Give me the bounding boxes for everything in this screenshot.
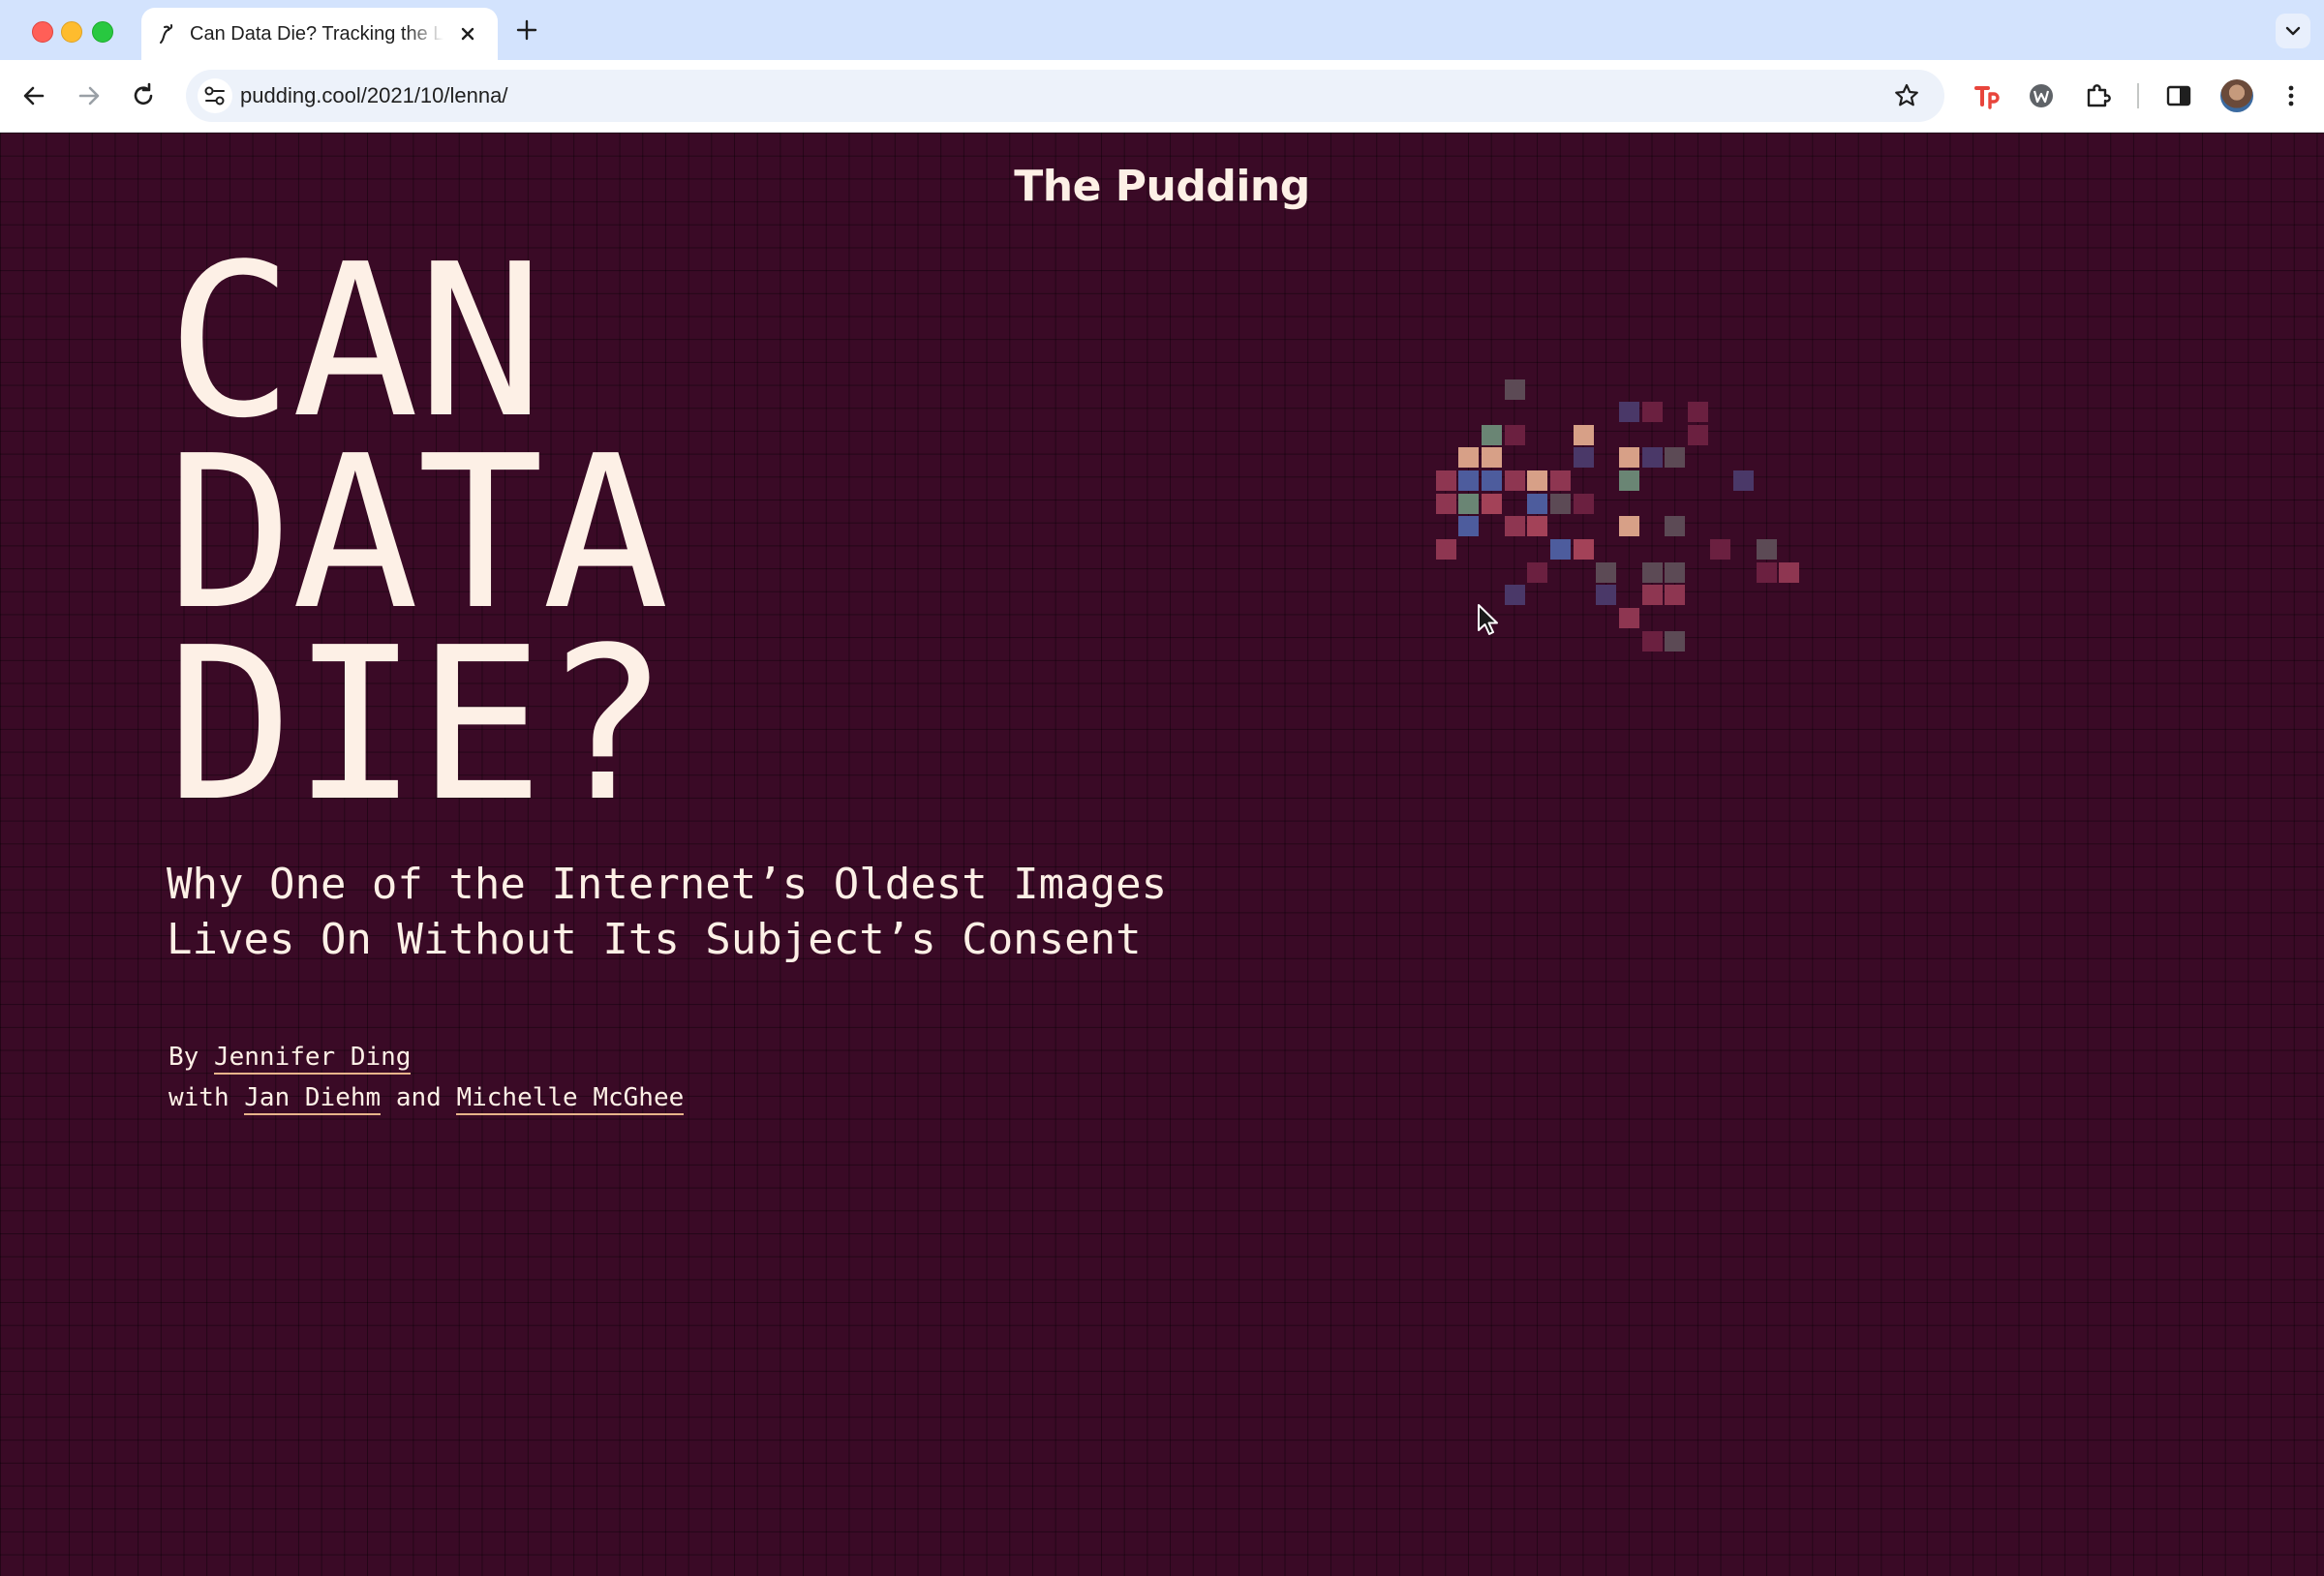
pixel-cell[interactable] bbox=[1665, 585, 1685, 605]
pixel-cell[interactable] bbox=[1619, 447, 1639, 468]
byline-and: and bbox=[395, 1083, 442, 1112]
url-text[interactable]: pudding.cool/2021/10/lenna/ bbox=[240, 70, 507, 122]
back-arrow-icon[interactable] bbox=[16, 78, 51, 113]
pixel-cell[interactable] bbox=[1574, 447, 1594, 468]
window-maximize-button[interactable] bbox=[92, 21, 113, 43]
pixel-cell[interactable] bbox=[1665, 631, 1685, 652]
pixel-cell[interactable] bbox=[1619, 516, 1639, 536]
browser-tab-bar: Can Data Die? Tracking the Lenna Image bbox=[0, 0, 2324, 60]
pixel-cell[interactable] bbox=[1458, 447, 1479, 468]
subheadline: Why One of the Internet’s Oldest Images … bbox=[167, 857, 1329, 967]
pixel-cell[interactable] bbox=[1642, 585, 1663, 605]
pixel-cell[interactable] bbox=[1505, 470, 1525, 491]
browser-tab-active[interactable]: Can Data Die? Tracking the Lenna Image bbox=[141, 8, 498, 60]
side-panel-icon[interactable] bbox=[2161, 78, 2196, 113]
pixel-cell[interactable] bbox=[1619, 608, 1639, 628]
puzzle-extensions-icon[interactable] bbox=[2080, 78, 2115, 113]
pixel-cell[interactable] bbox=[1619, 470, 1639, 491]
pixel-cell[interactable] bbox=[1642, 631, 1663, 652]
pixel-cell[interactable] bbox=[1688, 425, 1708, 445]
mouse-cursor-icon bbox=[1478, 604, 1498, 635]
window-close-button[interactable] bbox=[32, 21, 53, 43]
forward-arrow-icon[interactable] bbox=[72, 78, 107, 113]
w-extension-icon[interactable] bbox=[2024, 78, 2059, 113]
byline-with: with bbox=[168, 1083, 229, 1112]
author-link-michelle-mcghee[interactable]: Michelle McGhee bbox=[456, 1083, 685, 1115]
bookmark-star-icon[interactable] bbox=[1892, 81, 1921, 110]
pixel-cell[interactable] bbox=[1527, 494, 1547, 514]
pixel-cell[interactable] bbox=[1458, 470, 1479, 491]
tune-icon bbox=[204, 86, 225, 106]
tab-title: Can Data Die? Tracking the Lenna Image bbox=[190, 23, 443, 45]
pixel-cell[interactable] bbox=[1619, 402, 1639, 422]
pixel-cell[interactable] bbox=[1733, 470, 1754, 491]
pixel-cell[interactable] bbox=[1482, 425, 1502, 445]
pixel-cell[interactable] bbox=[1527, 470, 1547, 491]
article-hero: The Pudding CAN DATA DIE? Why One of the… bbox=[0, 133, 2324, 1576]
headline-line-2: DATA bbox=[167, 411, 669, 656]
more-menu-icon[interactable] bbox=[2274, 78, 2309, 113]
window-minimize-button[interactable] bbox=[61, 21, 82, 43]
pixel-cell[interactable] bbox=[1436, 494, 1456, 514]
pixel-cell[interactable] bbox=[1505, 425, 1525, 445]
pixel-cell[interactable] bbox=[1665, 562, 1685, 583]
headline-line-1: CAN bbox=[167, 220, 544, 465]
pixel-cell[interactable] bbox=[1642, 447, 1663, 468]
pixel-cell[interactable] bbox=[1527, 562, 1547, 583]
close-tab-icon[interactable] bbox=[455, 21, 480, 46]
profile-avatar[interactable] bbox=[2220, 79, 2253, 112]
site-settings-button[interactable] bbox=[198, 78, 232, 113]
pixel-cell[interactable] bbox=[1710, 539, 1730, 560]
pixel-cell[interactable] bbox=[1550, 494, 1571, 514]
pixel-cell[interactable] bbox=[1482, 470, 1502, 491]
subheadline-line-2: Lives On Without Its Subject’s Consent bbox=[167, 915, 1142, 964]
pixel-cell[interactable] bbox=[1642, 402, 1663, 422]
pixel-cell[interactable] bbox=[1596, 562, 1616, 583]
pixel-cell[interactable] bbox=[1688, 402, 1708, 422]
subheadline-line-1: Why One of the Internet’s Oldest Images bbox=[167, 860, 1168, 909]
byline-by: By bbox=[168, 1043, 199, 1072]
byline-contributors-line: with Jan Diehm and Michelle McGhee bbox=[168, 1077, 685, 1118]
headline: CAN DATA DIE? bbox=[167, 220, 669, 848]
address-bar[interactable]: pudding.cool/2021/10/lenna/ bbox=[186, 70, 1944, 122]
author-link-jan-diehm[interactable]: Jan Diehm bbox=[244, 1083, 382, 1115]
pixel-cell[interactable] bbox=[1458, 516, 1479, 536]
pixel-cell[interactable] bbox=[1505, 379, 1525, 400]
headline-line-3: DIE? bbox=[167, 603, 669, 848]
pixel-cell[interactable] bbox=[1436, 470, 1456, 491]
pixel-cell[interactable] bbox=[1527, 516, 1547, 536]
byline: By Jennifer Ding with Jan Diehm and Mich… bbox=[168, 1037, 685, 1118]
pixel-cell[interactable] bbox=[1574, 539, 1594, 560]
pixel-cell[interactable] bbox=[1574, 494, 1594, 514]
browser-toolbar: pudding.cool/2021/10/lenna/ bbox=[0, 60, 2324, 133]
pixel-cell[interactable] bbox=[1665, 447, 1685, 468]
pixel-cell[interactable] bbox=[1596, 585, 1616, 605]
pudding-spoon-icon bbox=[160, 24, 173, 44]
new-tab-icon[interactable] bbox=[513, 16, 540, 44]
pixel-cell[interactable] bbox=[1665, 516, 1685, 536]
tab-search-button[interactable] bbox=[2276, 14, 2310, 48]
reload-icon[interactable] bbox=[126, 78, 161, 113]
author-link-jennifer-ding[interactable]: Jennifer Ding bbox=[213, 1043, 412, 1075]
pixel-cell[interactable] bbox=[1482, 447, 1502, 468]
pixel-cell[interactable] bbox=[1642, 562, 1663, 583]
chevron-down-icon bbox=[2285, 26, 2301, 36]
byline-author-line: By Jennifer Ding bbox=[168, 1037, 684, 1077]
pixel-cell[interactable] bbox=[1550, 470, 1571, 491]
pixel-cell[interactable] bbox=[1505, 585, 1525, 605]
pixel-cell[interactable] bbox=[1436, 539, 1456, 560]
pixel-cell[interactable] bbox=[1458, 494, 1479, 514]
pixel-cell[interactable] bbox=[1505, 516, 1525, 536]
toolbar-divider bbox=[2137, 83, 2139, 108]
pixel-cell[interactable] bbox=[1779, 562, 1799, 583]
pixel-cell[interactable] bbox=[1574, 425, 1594, 445]
pixel-cell[interactable] bbox=[1482, 494, 1502, 514]
tp-extension-icon[interactable] bbox=[1970, 78, 2004, 113]
pixel-cell[interactable] bbox=[1757, 539, 1777, 560]
pixel-cell[interactable] bbox=[1550, 539, 1571, 560]
pixel-cell[interactable] bbox=[1757, 562, 1777, 583]
site-logo[interactable]: The Pudding bbox=[0, 162, 2324, 211]
